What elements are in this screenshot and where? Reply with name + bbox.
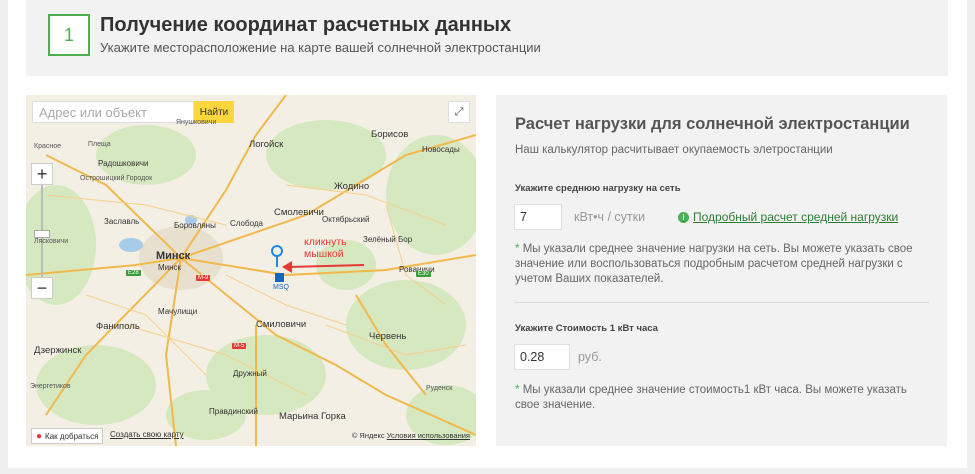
yandex-map[interactable]: Адрес или объект Найти ⤢ + − Минск Минск… xyxy=(26,95,476,446)
step-number-badge: 1 xyxy=(48,14,90,56)
map-label-novosady: Новосады xyxy=(422,145,460,154)
map-search-input[interactable]: Адрес или объект xyxy=(32,101,194,123)
map-label-minsk: Минск xyxy=(156,250,191,262)
divider xyxy=(515,302,929,303)
load-note-text: Мы указали среднее значение нагрузки на … xyxy=(515,243,913,285)
annotation-line-1: кликнуть xyxy=(304,236,347,248)
price-input[interactable]: 0.28 xyxy=(514,344,570,370)
map-label-radoshkovichi: Радошковичи xyxy=(98,159,149,168)
map-label-druzhny: Дружный xyxy=(233,369,267,378)
zoom-in-button[interactable]: + xyxy=(31,163,53,185)
asterisk-icon: * xyxy=(515,384,520,396)
route-button[interactable]: ● Как добраться xyxy=(31,428,104,444)
map-label-yanushkovichi: Янушковичи xyxy=(176,119,217,126)
frame-left xyxy=(0,0,8,474)
calc-panel: Расчет нагрузки для солнечной электроста… xyxy=(496,95,947,446)
map-label-dzerzhinsk: Дзержинск xyxy=(34,345,82,356)
map-label-logoysk: Логойск xyxy=(249,139,284,150)
map-label-plesha: Плеща xyxy=(88,141,111,148)
map-label-rudensk: Руденск xyxy=(426,385,453,392)
zoom-out-button[interactable]: − xyxy=(31,277,53,299)
map-label-borisov: Борисов xyxy=(371,129,409,140)
click-annotation: кликнуть мышкой xyxy=(304,236,347,260)
airport-label: MSQ xyxy=(273,284,289,291)
calc-description: Наш калькулятор расчитывает окупаемость … xyxy=(515,144,833,156)
road-badge-e30: E30 xyxy=(416,271,431,277)
info-icon: i xyxy=(678,211,689,223)
asterisk-icon: * xyxy=(515,243,520,255)
step-subtitle: Укажите месторасположение на карте вашей… xyxy=(100,40,541,55)
map-label-borovlyany: Боровляны xyxy=(174,221,216,230)
route-button-label: Как добраться xyxy=(45,431,99,441)
map-copyright: © Яндекс Условия использования xyxy=(352,431,470,440)
terms-link[interactable]: Условия использования xyxy=(387,431,470,440)
create-map-link[interactable]: Создать свою карту xyxy=(110,430,184,439)
load-input[interactable]: 7 xyxy=(514,204,562,230)
expand-icon[interactable]: ⤢ xyxy=(448,101,470,123)
map-label-minsk-small: Минск xyxy=(158,263,182,272)
page: 1 Получение координат расчетных данных У… xyxy=(0,0,975,474)
detail-calc-link-label[interactable]: Подробный расчет средней нагрузки xyxy=(693,210,898,224)
map-label-zeleny-bor: Зелёный Бор xyxy=(363,235,413,244)
map-label-ostroshitsky: Острошицкий Городок xyxy=(80,175,153,182)
price-unit: руб. xyxy=(578,350,602,364)
price-note: * Мы указали среднее значение стоимость1… xyxy=(515,383,931,413)
map-pin-icon: ● xyxy=(36,430,43,442)
map-label-sloboda: Слобода xyxy=(230,219,263,228)
map-label-machulishchi: Мачулищи xyxy=(158,307,198,316)
map-label-zaslavl: Заславль xyxy=(104,217,140,226)
map-label-maryina-gorka: Марьина Горка xyxy=(279,411,346,422)
price-note-text: Мы указали среднее значение стоимость1 к… xyxy=(515,384,907,411)
step-header: 1 Получение координат расчетных данных У… xyxy=(26,0,948,76)
annotation-line-2: мышкой xyxy=(304,248,344,260)
load-note: * Мы указали среднее значение нагрузки н… xyxy=(515,242,931,287)
step-title: Получение координат расчетных данных xyxy=(100,14,512,36)
map-label-zhodino: Жодино xyxy=(334,181,370,192)
map-label-fanipol: Фаниполь xyxy=(96,321,140,332)
map-label-energetikov: Энергетиков xyxy=(30,383,71,390)
frame-bottom xyxy=(0,468,975,474)
load-unit: кВт•ч / сутки xyxy=(574,210,646,224)
road-badge-e28: E28 xyxy=(126,270,141,276)
map-label-smolevichi: Смолевичи xyxy=(274,207,324,218)
map-label-krasnoe: Красное xyxy=(34,143,62,150)
price-label: Укажите Стоимость 1 кВт часа xyxy=(515,323,658,334)
calc-title: Расчет нагрузки для солнечной электроста… xyxy=(515,115,910,133)
detail-calc-link[interactable]: i Подробный расчет средней нагрузки xyxy=(678,210,898,224)
map-label-oktyabrsky: Октябрьский xyxy=(322,215,370,224)
copyright-text: © Яндекс xyxy=(351,431,385,440)
frame-right xyxy=(967,0,975,474)
road-badge-m5: M-5 xyxy=(232,343,247,349)
road-badge-m9: M-9 xyxy=(196,275,211,281)
zoom-slider-handle[interactable] xyxy=(34,230,50,238)
map-label-smilovichi: Смиловичи xyxy=(256,319,307,330)
map-label-pravdinsky: Правдинский xyxy=(209,407,258,416)
map-label-cherven: Червень xyxy=(369,331,407,342)
load-label: Укажите среднюю нагрузку на сеть xyxy=(515,183,681,194)
map-label-lyaskovichi: Лясковичи xyxy=(34,238,69,245)
